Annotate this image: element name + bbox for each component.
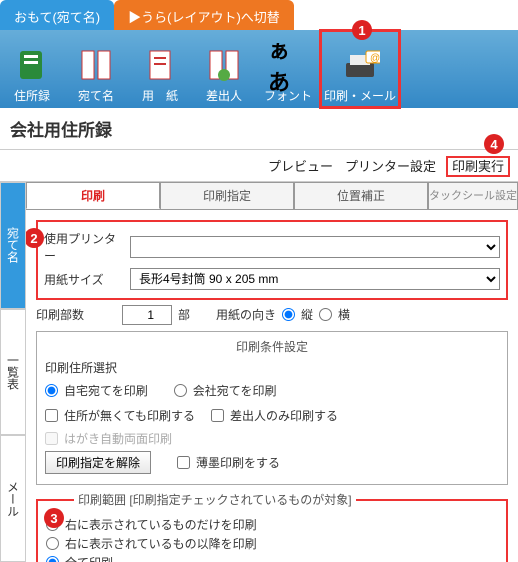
toolbar-print-mail[interactable]: 1 @ 印刷・メール	[320, 30, 400, 108]
toolbar-paper[interactable]: 用 紙	[128, 30, 192, 108]
toolbar-recipient-label: 宛て名	[78, 87, 114, 104]
link-preview[interactable]: プレビュー	[268, 156, 333, 175]
check-no-addr[interactable]	[45, 409, 58, 422]
conditions-title: 印刷条件設定	[45, 338, 499, 355]
check-sender-only[interactable]	[211, 409, 224, 422]
toolbar-sender-label: 差出人	[206, 87, 242, 104]
toolbar-addressbook[interactable]: 住所録	[0, 30, 64, 108]
svg-text:@: @	[370, 53, 380, 64]
radio-home-addr[interactable]	[45, 384, 58, 397]
vtab-recipient[interactable]: 宛て名	[0, 182, 26, 309]
htab-pos-adjust[interactable]: 位置補正	[294, 182, 428, 209]
link-printer-settings[interactable]: プリンター設定	[345, 156, 436, 175]
tab-back[interactable]: ▶うら(レイアウト)へ切替	[114, 0, 294, 30]
radio-all[interactable]	[46, 556, 59, 562]
printer-mail-icon: @	[340, 45, 380, 85]
label-orientation: 用紙の向き	[216, 306, 276, 323]
input-copies[interactable]	[122, 305, 172, 325]
vtab-list[interactable]: 一覧表	[0, 309, 26, 436]
check-auto-duplex	[45, 432, 58, 445]
htab-print[interactable]: 印刷	[26, 182, 160, 209]
label-addr-select: 印刷住所選択	[45, 359, 499, 376]
badge-3: 3	[44, 508, 64, 528]
toolbar-recipient[interactable]: 宛て名	[64, 30, 128, 108]
check-thin-print[interactable]	[177, 456, 190, 469]
page-title: 会社用住所録	[0, 108, 518, 150]
toolbar-font[interactable]: ぁあ フォント	[256, 30, 320, 108]
select-paper-size[interactable]: 長形4号封筒 90 x 205 mm	[130, 268, 500, 290]
toolbar-print-mail-label: 印刷・メール	[324, 87, 396, 104]
radio-company-addr[interactable]	[174, 384, 187, 397]
toolbar-sender[interactable]: 差出人	[192, 30, 256, 108]
label-copies: 印刷部数	[36, 306, 116, 323]
radio-portrait[interactable]	[282, 308, 295, 321]
select-printer[interactable]	[130, 236, 500, 258]
toolbar-paper-label: 用 紙	[142, 87, 178, 104]
badge-1: 1	[352, 20, 372, 40]
label-copies-unit: 部	[178, 306, 190, 323]
btn-clear-spec[interactable]: 印刷指定を解除	[45, 451, 151, 474]
link-print-exec[interactable]: 印刷実行	[448, 158, 508, 175]
radio-landscape[interactable]	[319, 308, 332, 321]
toolbar-font-label: フォント	[264, 87, 312, 104]
sender-icon	[204, 45, 244, 85]
label-paper-size: 用紙サイズ	[44, 271, 124, 288]
badge-4: 4	[484, 134, 504, 154]
paper-icon	[140, 45, 180, 85]
vtab-mail[interactable]: メール	[0, 435, 26, 562]
range-legend: 印刷範囲 [印刷指定チェックされているものが対象]	[74, 491, 356, 508]
postcard-icon	[76, 45, 116, 85]
radio-right-after[interactable]	[46, 537, 59, 550]
tab-front[interactable]: おもて(宛て名)	[0, 0, 114, 30]
htab-print-spec[interactable]: 印刷指定	[160, 182, 294, 209]
font-icon: ぁあ	[268, 45, 308, 85]
toolbar-addressbook-label: 住所録	[14, 87, 50, 104]
htab-tack[interactable]: タックシール設定	[428, 182, 518, 209]
label-use-printer: 使用プリンター	[44, 230, 124, 264]
book-icon	[12, 45, 52, 85]
badge-2: 2	[26, 228, 44, 248]
